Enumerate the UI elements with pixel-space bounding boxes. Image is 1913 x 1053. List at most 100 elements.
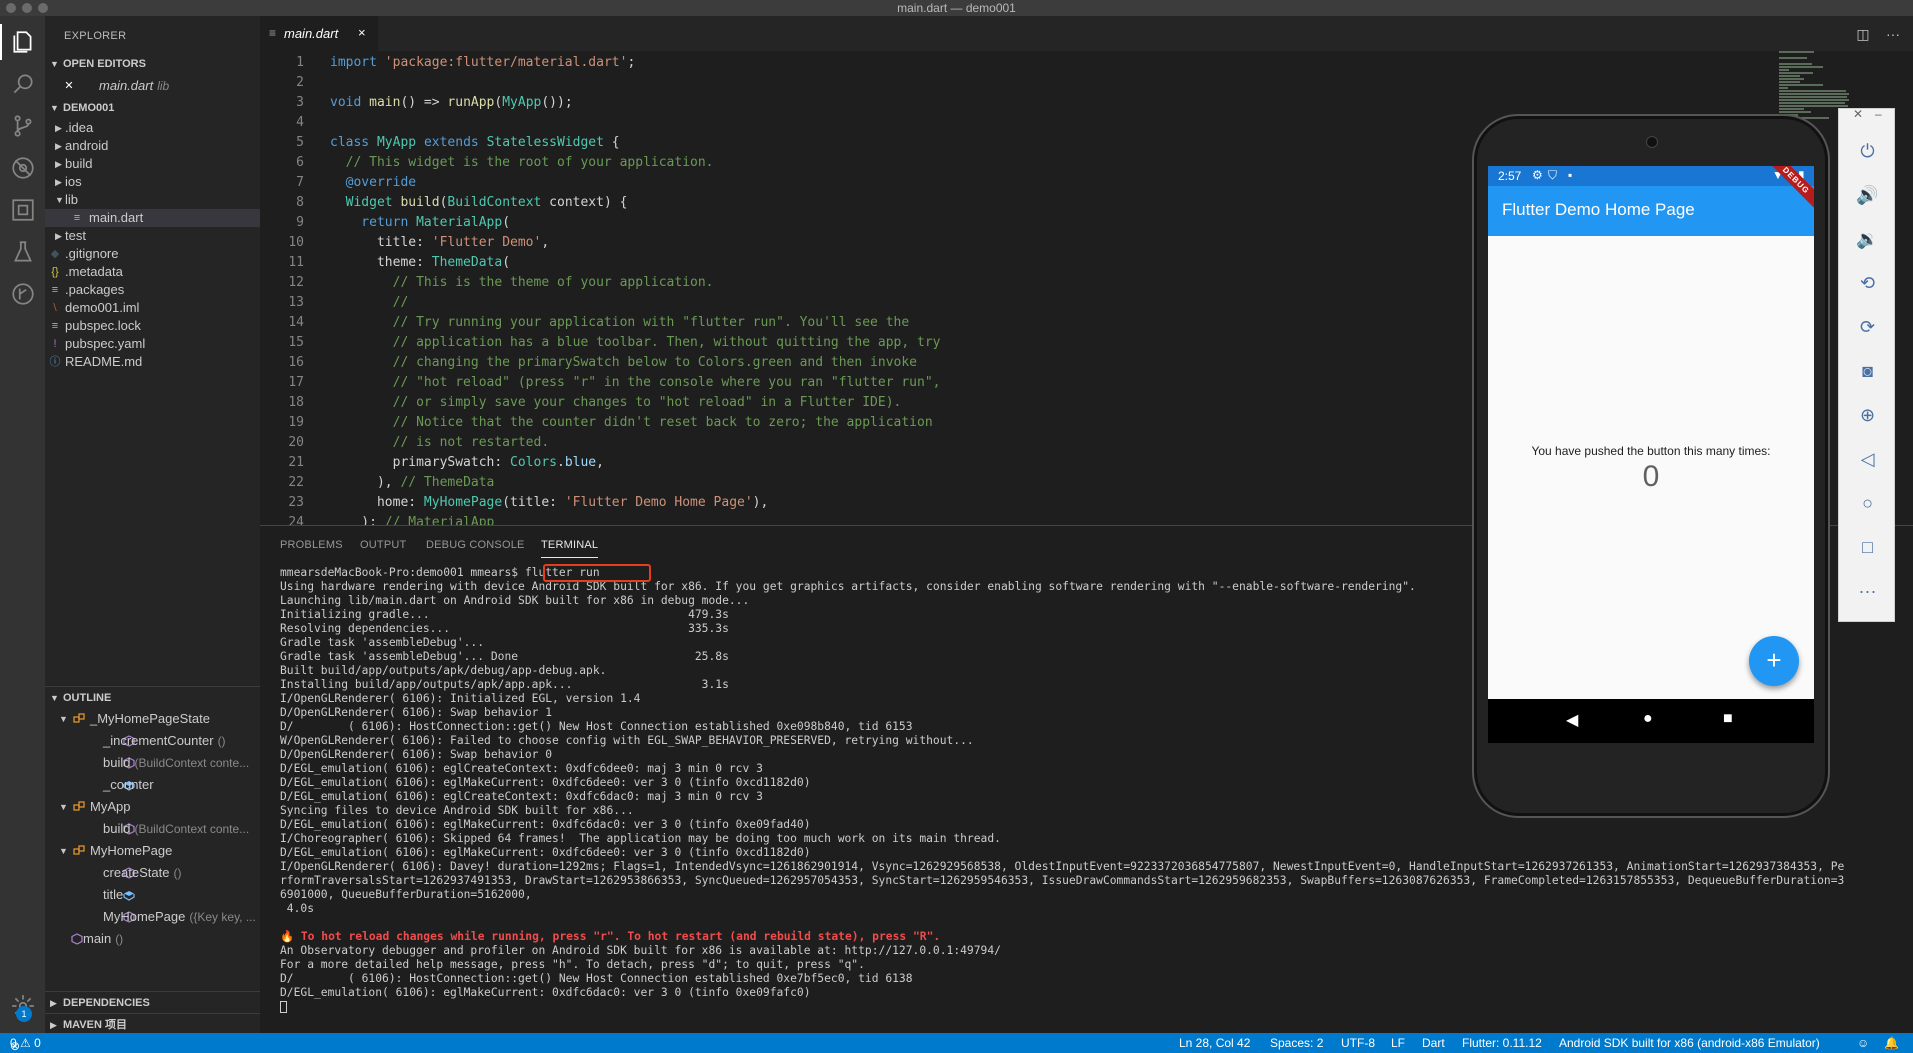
volume-up-icon[interactable]: 🔊 <box>1839 173 1896 217</box>
close-icon[interactable]: ✕ <box>1853 107 1863 121</box>
terminal-line: D/EGL_emulation( 6106): eglMakeCurrent: … <box>280 986 811 999</box>
power-icon[interactable]: ⏻ <box>1839 129 1896 173</box>
outline-item[interactable]: _counter <box>45 774 260 796</box>
chevron-right-icon: ▶ <box>55 123 62 133</box>
rotate-left-icon[interactable]: ⟲ <box>1839 261 1896 305</box>
tree-item[interactable]: ! pubspec.yaml <box>45 335 260 353</box>
outline-item[interactable]: ▼ MyApp <box>45 796 260 818</box>
tree-item[interactable]: ⓘ README.md <box>45 353 260 371</box>
outline-item[interactable]: build (BuildContext conte... <box>45 752 260 774</box>
gitlens-button[interactable] <box>0 272 45 316</box>
code-line: 10 title: 'Flutter Demo', <box>260 233 1460 253</box>
back-icon[interactable]: ◁ <box>1839 437 1896 481</box>
code-line: 22 ), // ThemeData <box>260 473 1460 493</box>
outline-item[interactable]: build (BuildContext conte... <box>45 818 260 840</box>
code-line: 20 // is not restarted. <box>260 433 1460 453</box>
tree-item[interactable]: {} .metadata <box>45 263 260 281</box>
code-text: home: MyHomePage(title: 'Flutter Demo Ho… <box>330 495 769 510</box>
volume-down-icon[interactable]: 🔉 <box>1839 217 1896 261</box>
code-text: Widget build(BuildContext context) { <box>330 195 628 210</box>
minimize-icon[interactable]: – <box>1875 107 1882 121</box>
outline-item[interactable]: main() <box>45 928 260 950</box>
nav-home-icon[interactable]: ● <box>1643 710 1653 728</box>
outline-item-name: build <box>103 821 131 836</box>
chevron-down-icon: ▼ <box>50 693 59 703</box>
tree-item[interactable]: ≡ .packages <box>45 281 260 299</box>
close-icon[interactable]: ✕ <box>63 75 75 97</box>
cursor-position[interactable]: Ln 28, Col 42 <box>1179 1036 1250 1050</box>
split-editor-icon[interactable]: ◫ <box>1854 25 1872 43</box>
explorer-button[interactable] <box>0 20 45 64</box>
bell-icon[interactable]: 🔔 <box>1884 1036 1899 1050</box>
debug-button[interactable] <box>0 146 45 190</box>
test-button[interactable] <box>0 230 45 274</box>
tree-item-label: .idea <box>65 120 94 135</box>
tree-item[interactable]: ▼ lib <box>45 191 260 209</box>
class-symbol-icon <box>73 801 85 811</box>
more-icon[interactable]: ··· <box>1839 569 1896 613</box>
file-icon: ≡ <box>51 284 59 296</box>
open-editor-item[interactable]: ✕ main.dart lib <box>45 75 260 97</box>
flutter-version[interactable]: Flutter: 0.11.12 <box>1462 1036 1542 1050</box>
language-mode[interactable]: Dart <box>1422 1036 1445 1050</box>
outline-item[interactable]: title <box>45 884 260 906</box>
home-icon[interactable]: ○ <box>1839 481 1896 525</box>
close-tab-icon[interactable]: × <box>358 25 366 40</box>
overview-icon[interactable]: □ <box>1839 525 1896 569</box>
tree-item[interactable]: ▶ test <box>45 227 260 245</box>
tree-item[interactable]: ◆ .gitignore <box>45 245 260 263</box>
extensions-button[interactable] <box>0 188 45 232</box>
search-button[interactable] <box>0 62 45 106</box>
outline-header[interactable]: ▼ OUTLINE <box>45 686 260 708</box>
code-text: // changing the primarySwatch below to C… <box>330 355 917 370</box>
tab-output[interactable]: OUTPUT <box>360 539 406 551</box>
dependencies-header[interactable]: ▶ DEPENDENCIES <box>45 991 260 1013</box>
tree-item[interactable]: ≡ pubspec.lock <box>45 317 260 335</box>
tab-main-dart[interactable]: ≡ main.dart × <box>260 16 378 51</box>
tree-item[interactable]: ▶ .idea <box>45 119 260 137</box>
nav-overview-icon[interactable]: ■ <box>1723 710 1733 728</box>
rotate-right-icon[interactable]: ⟳ <box>1839 305 1896 349</box>
code-line: 4 <box>260 113 1460 133</box>
phone-screen[interactable]: 2:57 ⚙ ⛉ ▪ ▼ ▮ Flutter Demo Home Page DE… <box>1488 166 1814 743</box>
camera-icon[interactable]: ◙ <box>1839 349 1896 393</box>
eol[interactable]: LF <box>1391 1036 1405 1050</box>
outline-item[interactable]: _incrementCounter() <box>45 730 260 752</box>
status-bar: ⊗ 0 ⚠ 0 Ln 28, Col 42 Spaces: 2 UTF-8 LF… <box>0 1033 1913 1053</box>
encoding[interactable]: UTF-8 <box>1341 1036 1375 1050</box>
method-symbol-icon <box>71 933 83 945</box>
feedback-icon[interactable]: ☺ <box>1857 1036 1869 1050</box>
terminal-line: D/ ( 6106): HostConnection::get() New Ho… <box>280 972 913 985</box>
settings-icon: ⚙ <box>1532 168 1543 182</box>
tree-item-label: test <box>65 228 86 243</box>
terminal-line: I/OpenGLRenderer( 6106): Davey! duration… <box>280 860 1845 873</box>
nav-back-icon[interactable]: ◀ <box>1566 710 1578 730</box>
more-actions-icon[interactable]: ··· <box>1884 25 1902 43</box>
project-header[interactable]: ▼ DEMO001 <box>45 97 260 119</box>
tree-item[interactable]: ≡ main.dart <box>45 209 260 227</box>
tree-item-label: android <box>65 138 109 153</box>
source-control-button[interactable] <box>0 104 45 148</box>
tab-terminal[interactable]: TERMINAL <box>541 539 599 558</box>
tree-item[interactable]: ▶ ios <box>45 173 260 191</box>
indentation[interactable]: Spaces: 2 <box>1270 1036 1323 1050</box>
outline-item[interactable]: createState() <box>45 862 260 884</box>
manage-button[interactable]: 1 <box>0 984 45 1028</box>
problems-indicator[interactable]: ⊗ 0 ⚠ 0 <box>10 1036 41 1053</box>
outline-item[interactable]: ▼ _MyHomePageState <box>45 708 260 730</box>
device-selector[interactable]: Android SDK built for x86 (android-x86 E… <box>1559 1036 1820 1050</box>
tree-item[interactable]: ⧵ demo001.iml <box>45 299 260 317</box>
line-number: 17 <box>288 375 304 390</box>
terminal-line: For a more detailed help message, press … <box>280 958 865 971</box>
outline-item[interactable]: ▼ MyHomePage <box>45 840 260 862</box>
tab-problems[interactable]: PROBLEMS <box>280 539 343 551</box>
open-editors-header[interactable]: ▼ OPEN EDITORS <box>45 53 260 75</box>
maven-header[interactable]: ▶ MAVEN 项目 <box>45 1013 260 1035</box>
increment-fab[interactable]: + <box>1749 636 1799 686</box>
outline-item-name: createState <box>103 865 170 880</box>
outline-item[interactable]: MyHomePage ({Key key, ... <box>45 906 260 928</box>
tab-debug-console[interactable]: DEBUG CONSOLE <box>426 539 525 551</box>
tree-item[interactable]: ▶ build <box>45 155 260 173</box>
tree-item[interactable]: ▶ android <box>45 137 260 155</box>
zoom-icon[interactable]: ⊕ <box>1839 393 1896 437</box>
